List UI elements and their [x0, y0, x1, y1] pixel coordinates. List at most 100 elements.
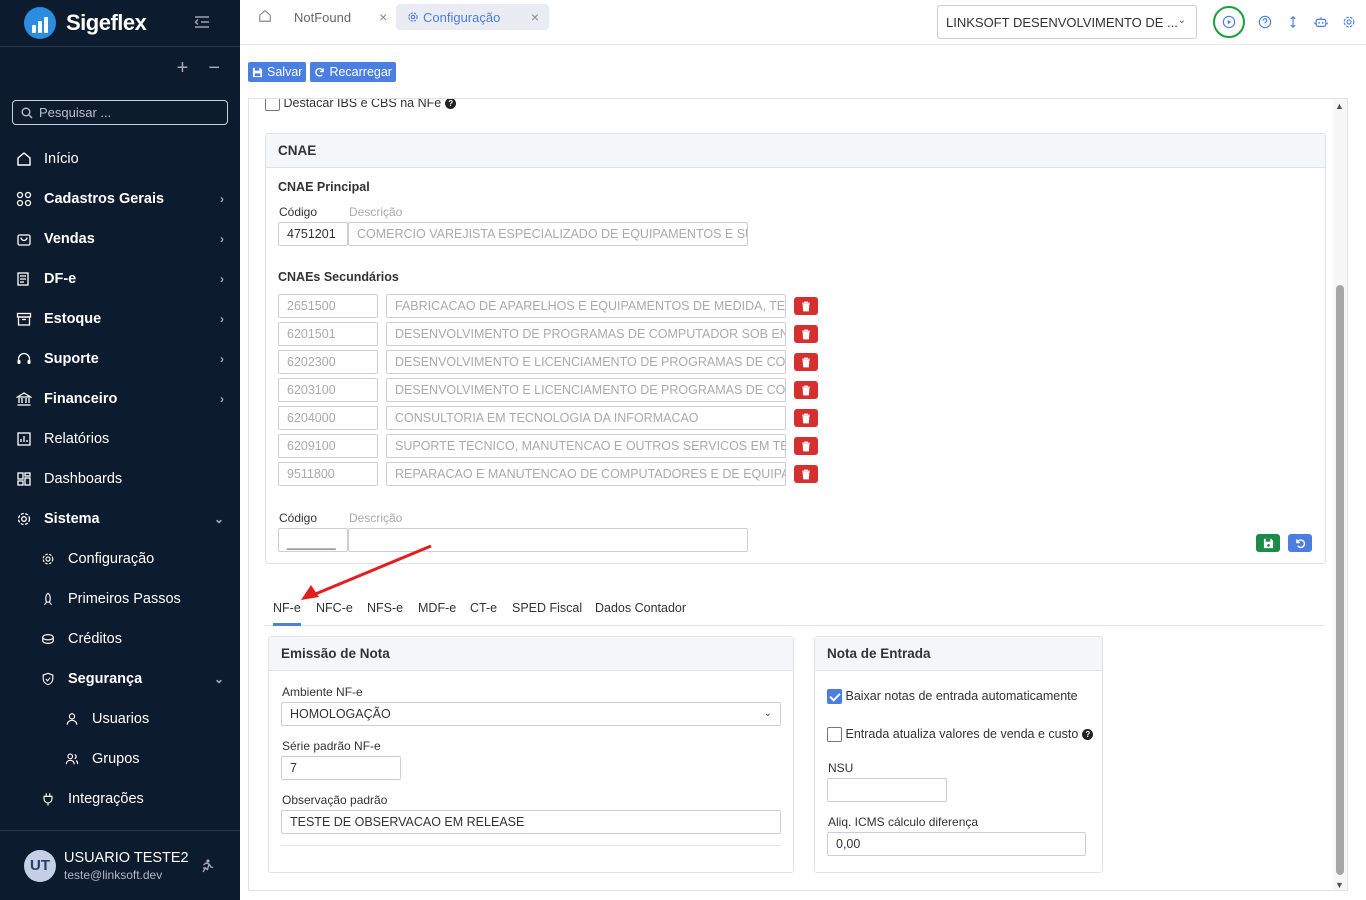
- tab-cte[interactable]: CT-e: [470, 601, 497, 615]
- tab-configuracao[interactable]: Configuração ×: [396, 4, 549, 30]
- destacar-checkbox[interactable]: [265, 99, 280, 112]
- sidebar: Sigeflex + − Pesquisar ... Início Cadast…: [0, 0, 240, 900]
- tab-nfe[interactable]: NF-e: [273, 601, 301, 615]
- delete-button[interactable]: [794, 325, 818, 343]
- obs-input[interactable]: TESTE DE OBSERVACAO EM RELEASE: [281, 810, 781, 834]
- delete-button[interactable]: [794, 437, 818, 455]
- sidebar-item-seguranca[interactable]: Segurança ⌄: [0, 659, 240, 699]
- new-descricao-label: Descrição: [349, 511, 403, 525]
- company-select[interactable]: LINKSOFT DESENVOLVIMENTO DE ... ⌄: [937, 5, 1197, 39]
- cnae-principal-codigo[interactable]: 4751201: [278, 222, 348, 246]
- sidebar-item-cadastros[interactable]: Cadastros Gerais ›: [0, 179, 240, 219]
- baixar-row[interactable]: Baixar notas de entrada automaticamente: [827, 689, 1078, 705]
- logout-icon[interactable]: [199, 858, 215, 874]
- sidebar-item-inicio[interactable]: Início: [0, 139, 240, 179]
- user-icon: [64, 711, 80, 727]
- chevron-down-icon: ⌄: [1177, 15, 1186, 26]
- chevron-right-icon: ›: [220, 192, 224, 206]
- sidebar-item-dashboards[interactable]: Dashboards: [0, 459, 240, 499]
- report-icon: [16, 431, 32, 447]
- aliq-input[interactable]: 0,00: [827, 832, 1086, 856]
- new-codigo-label: Código: [279, 511, 318, 525]
- scroll-down-icon[interactable]: ▼: [1335, 880, 1344, 890]
- save-button[interactable]: Salvar: [248, 62, 307, 82]
- cnae-principal-title: CNAE Principal: [278, 180, 370, 194]
- nsu-input[interactable]: [827, 778, 947, 802]
- codigo-label: Código: [279, 205, 318, 219]
- undo-icon: [1295, 538, 1305, 548]
- top-bar: NotFound × Configuração × LINKSOFT DESENVO…: [240, 0, 1366, 45]
- sidebar-item-creditos[interactable]: Créditos: [0, 619, 240, 659]
- delete-button[interactable]: [794, 409, 818, 427]
- plug-icon: [40, 791, 56, 807]
- sidebar-item-usuarios[interactable]: Usuarios: [0, 699, 240, 739]
- delete-button[interactable]: [794, 297, 818, 315]
- settings-icon[interactable]: [1335, 15, 1363, 29]
- robot-icon[interactable]: [1307, 15, 1335, 29]
- ambiente-select[interactable]: HOMOLOGAÇÃO ⌄: [281, 702, 781, 726]
- tab-nfse[interactable]: NFS-e: [367, 601, 403, 615]
- sidebar-item-grupos[interactable]: Grupos: [0, 739, 240, 779]
- grid-icon: [16, 191, 32, 207]
- sidebar-search-input[interactable]: Pesquisar ...: [12, 100, 228, 125]
- scroll-up-icon[interactable]: ▲: [1335, 101, 1344, 111]
- search-placeholder: Pesquisar ...: [39, 105, 112, 120]
- help-icon[interactable]: ?: [1082, 729, 1094, 741]
- reset-cnae-button[interactable]: [1288, 534, 1312, 552]
- close-icon[interactable]: ×: [379, 9, 387, 25]
- collapse-all-icon[interactable]: −: [208, 57, 220, 80]
- sidebar-item-relatorios[interactable]: Relatórios: [0, 419, 240, 459]
- document-icon: [16, 271, 32, 287]
- sidebar-item-suporte[interactable]: Suporte ›: [0, 339, 240, 379]
- tab-dados-contador[interactable]: Dados Contador: [595, 601, 686, 615]
- help-icon[interactable]: [1251, 15, 1279, 29]
- sidebar-item-integracoes[interactable]: Integrações: [0, 779, 240, 819]
- destacar-ibs-cbs-checkbox-row[interactable]: Destacar IBS e CBS na NFe?: [265, 99, 457, 112]
- cnae-sec-codigo: 9511800: [278, 462, 378, 486]
- sidebar-item-vendas[interactable]: Vendas ›: [0, 219, 240, 259]
- atualiza-checkbox[interactable]: [827, 727, 842, 743]
- cnae-sec-codigo: 2651500: [278, 294, 378, 318]
- sidebar-item-estoque[interactable]: Estoque ›: [0, 299, 240, 339]
- sidebar-item-sistema[interactable]: Sistema ⌄: [0, 499, 240, 539]
- delete-button[interactable]: [794, 381, 818, 399]
- baixar-checkbox[interactable]: [827, 689, 842, 705]
- delete-button[interactable]: [794, 353, 818, 371]
- scroll-thumb[interactable]: [1336, 285, 1344, 875]
- sidebar-item-configuracao[interactable]: Configuração: [0, 539, 240, 579]
- coins-icon: [40, 631, 56, 647]
- atualiza-row[interactable]: Entrada atualiza valores de venda e cust…: [827, 727, 1094, 743]
- cnae-title: CNAE: [266, 134, 1325, 168]
- play-circle-icon[interactable]: [1213, 6, 1245, 38]
- home-tab-icon[interactable]: [258, 9, 272, 23]
- tab-sped-fiscal[interactable]: SPED Fiscal: [512, 601, 582, 615]
- sidebar-item-primeiros-passos[interactable]: Primeiros Passos: [0, 579, 240, 619]
- delete-button[interactable]: [794, 465, 818, 483]
- shield-icon: [40, 671, 56, 687]
- reload-button[interactable]: Recarregar: [310, 62, 396, 82]
- content-scrollbar[interactable]: ▲ ▼: [1333, 99, 1347, 890]
- dashboard-icon: [16, 471, 32, 487]
- expand-all-icon[interactable]: +: [177, 57, 189, 80]
- sidebar-item-financeiro[interactable]: Financeiro ›: [0, 379, 240, 419]
- cnae-sec-descricao: CONSULTORIA EM TECNOLOGIA DA INFORMACAO: [386, 406, 786, 430]
- entrada-card: Nota de Entrada Baixar notas de entrada …: [814, 636, 1103, 873]
- tab-notfound[interactable]: NotFound ×: [294, 4, 387, 30]
- tab-nfce[interactable]: NFC-e: [316, 601, 353, 615]
- resize-vertical-icon[interactable]: [1279, 15, 1307, 29]
- help-icon[interactable]: ?: [445, 99, 457, 110]
- cnae-sec-descricao: DESENVOLVIMENTO DE PROGRAMAS DE COMPUTAD…: [386, 322, 786, 346]
- close-icon[interactable]: ×: [531, 9, 539, 25]
- user-profile[interactable]: UT USUARIO TESTE2 teste@linksoft.dev: [0, 830, 240, 900]
- add-cnae-save-button[interactable]: [1256, 534, 1280, 552]
- collapse-sidebar-icon[interactable]: [193, 13, 211, 31]
- tab-mdfe[interactable]: MDF-e: [418, 601, 456, 615]
- obs-label: Observação padrão: [282, 793, 388, 807]
- chevron-down-icon: ⌄: [213, 672, 224, 686]
- document-tabs: NF-e NFC-e NFS-e MDF-e CT-e SPED Fiscal …: [265, 599, 1325, 626]
- sidebar-item-dfe[interactable]: DF-e ›: [0, 259, 240, 299]
- serie-input[interactable]: 7: [281, 756, 401, 780]
- logo-icon: [24, 7, 56, 39]
- refresh-icon: [315, 67, 325, 77]
- bag-icon: [16, 231, 32, 247]
